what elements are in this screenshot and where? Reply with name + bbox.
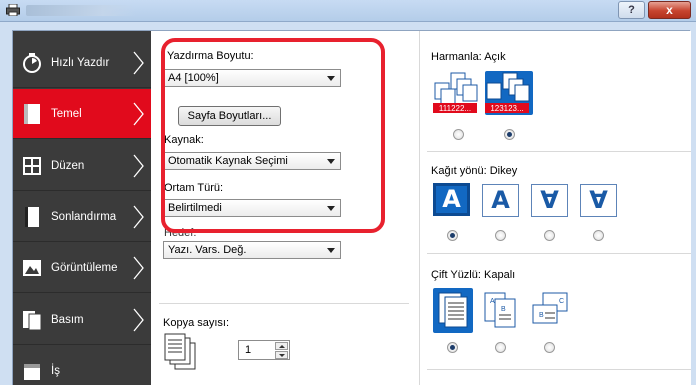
long-edge-radio[interactable] <box>495 342 506 353</box>
spin-down-icon[interactable] <box>275 351 288 359</box>
chevron-right-icon <box>133 102 144 126</box>
section-divider <box>159 303 409 304</box>
sidebar-item-imaging[interactable]: Görüntüleme <box>13 243 151 293</box>
sidebar-item-layout[interactable]: Düzen <box>13 141 151 191</box>
publishing-icon <box>23 311 42 331</box>
sidebar-item-label: Sonlandırma <box>51 211 117 223</box>
window-frame: Hızlı Yazdır Temel Düzen Sonlandırma Gör… <box>0 22 696 385</box>
short-edge-duplex-icon[interactable]: C B <box>529 291 571 331</box>
orientation-label: Kağıt yönü: Dikey <box>431 165 517 177</box>
sidebar-item-quick-print[interactable]: Hızlı Yazdır <box>13 38 151 88</box>
rotated-portrait-radio[interactable] <box>544 230 555 241</box>
window-title-blurred <box>26 5 136 16</box>
section-divider <box>427 253 691 254</box>
copies-label: Kopya sayısı: <box>163 317 230 329</box>
sidebar-item-label: Basım <box>51 314 84 326</box>
orientation-title: Kağıt yönü: <box>431 165 487 177</box>
orientation-state: Dikey <box>489 165 518 177</box>
chevron-right-icon <box>133 256 144 280</box>
duplex-state: Kapalı <box>484 269 516 281</box>
sidebar-item-label: İş <box>51 365 60 377</box>
single-sided-option[interactable] <box>433 288 473 333</box>
collate-title: Harmanla: <box>431 51 482 63</box>
sidebar-item-label: Düzen <box>51 160 85 172</box>
sidebar-item-publishing[interactable]: Basım <box>13 295 151 345</box>
collated-radio[interactable] <box>504 129 515 140</box>
svg-text:B: B <box>501 306 506 313</box>
duplex-label: Çift Yüzlü: Kapalı <box>431 269 515 281</box>
page-icon <box>24 104 40 124</box>
help-button[interactable]: ? <box>618 1 645 19</box>
duplex-title: Çift Yüzlü: <box>431 269 481 281</box>
rotated-landscape-option[interactable]: ∀ <box>580 184 617 217</box>
layout-icon <box>23 157 41 175</box>
dropdown-arrow-icon <box>327 248 335 253</box>
copies-spinner[interactable]: 1 <box>238 340 290 360</box>
svg-text:B: B <box>539 312 544 319</box>
svg-text:C: C <box>559 298 564 305</box>
landscape-radio[interactable] <box>495 230 506 241</box>
section-divider <box>427 151 691 152</box>
spin-up-icon[interactable] <box>275 342 288 350</box>
collate-label: Harmanla: Açık <box>431 51 506 63</box>
close-button[interactable]: x <box>648 1 691 19</box>
chevron-right-icon <box>133 51 144 75</box>
uncollated-option[interactable]: 111222... <box>433 71 481 115</box>
single-sided-radio[interactable] <box>447 342 458 353</box>
sidebar-item-label: Görüntüleme <box>51 262 118 274</box>
stopwatch-icon <box>23 53 41 73</box>
single-sided-icon <box>438 292 468 328</box>
title-bar: ? x <box>0 0 696 22</box>
chevron-right-icon <box>133 205 144 229</box>
sidebar-item-job[interactable]: İş <box>13 346 151 385</box>
printer-icon <box>6 4 20 16</box>
section-divider <box>427 369 691 370</box>
landscape-option[interactable]: A <box>482 184 519 217</box>
image-icon <box>23 260 41 276</box>
sidebar-item-label: Temel <box>51 108 82 120</box>
uncollated-radio[interactable] <box>453 129 464 140</box>
sidebar-item-label: Hızlı Yazdır <box>51 57 110 69</box>
sidebar-item-basic[interactable]: Temel <box>13 89 151 139</box>
destination-value: Yazı. Vars. Değ. <box>168 244 247 256</box>
chevron-right-icon <box>133 308 144 332</box>
rotated-landscape-radio[interactable] <box>593 230 604 241</box>
dialog-client: Hızlı Yazdır Temel Düzen Sonlandırma Gör… <box>12 30 691 385</box>
finishing-icon <box>25 207 39 227</box>
collated-caption: 123123... <box>490 104 523 113</box>
collated-option[interactable]: 123123... <box>485 71 533 115</box>
sidebar: Hızlı Yazdır Temel Düzen Sonlandırma Gör… <box>13 31 151 385</box>
portrait-radio[interactable] <box>447 230 458 241</box>
copies-stack-icon <box>164 333 196 370</box>
svg-text:A: A <box>490 298 495 305</box>
short-edge-radio[interactable] <box>544 342 555 353</box>
chevron-right-icon <box>133 154 144 178</box>
long-edge-duplex-icon[interactable]: A B <box>481 289 521 333</box>
rotated-portrait-option[interactable]: ∀ <box>531 184 568 217</box>
basic-settings-panel: Yazdırma Boyutu: A4 [100%] Sayfa Boyutla… <box>151 31 691 385</box>
portrait-option[interactable]: A <box>433 183 470 216</box>
job-icon <box>24 364 40 380</box>
copies-value: 1 <box>245 344 252 356</box>
sidebar-item-finishing[interactable]: Sonlandırma <box>13 192 151 242</box>
column-divider <box>419 31 420 385</box>
uncollated-pages-icon: 111222... <box>433 72 478 113</box>
uncollated-caption: 111222... <box>439 104 471 113</box>
collate-state: Açık <box>484 51 506 63</box>
destination-select[interactable]: Yazı. Vars. Değ. <box>163 241 341 259</box>
collated-pages-icon: 123123... <box>485 72 530 113</box>
callout-highlight <box>161 38 385 233</box>
